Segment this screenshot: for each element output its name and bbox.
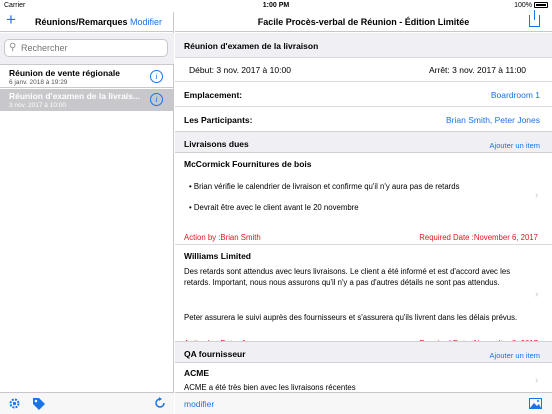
meeting-title: Réunion de vente régionale [9, 68, 120, 78]
clock: 1:00 PM [262, 2, 290, 9]
list-item[interactable]: McCormick Fournitures de bois • Brian vé… [175, 153, 552, 245]
search-bar: ⚲ [0, 33, 174, 65]
section-title: Livraisons dues [184, 139, 249, 149]
search-box[interactable]: ⚲ [4, 39, 168, 57]
section-title: QA fournisseur [184, 349, 246, 359]
add-item-button[interactable]: Ajouter un item [490, 141, 540, 150]
start-time: Début: 3 nov. 2017 à 10:00 [189, 65, 291, 75]
page-title: Facile Procès-verbal de Réunion - Éditio… [257, 17, 470, 27]
add-item-button[interactable]: Ajouter un item [490, 351, 540, 360]
main-toolbar: modifier [175, 392, 552, 414]
sidebar: + Réunions/Remarques Modifier ⚲ Réunion … [0, 10, 174, 414]
bullet-1: • Brian vérifie le calendrier de livrais… [189, 182, 460, 191]
bullet-text: Devrait être avec le client avant le 20 … [193, 203, 359, 212]
bullet-text: Brian vérifie le calendrier de livraison… [193, 182, 460, 191]
battery-indicator: 100% [514, 2, 548, 9]
meeting-title: Réunion d'examen de la livrais... [9, 91, 140, 101]
refresh-icon[interactable] [154, 397, 166, 409]
info-icon[interactable]: i [150, 70, 163, 83]
chevron-right-icon: › [535, 289, 539, 300]
list-item-selected[interactable]: Réunion d'examen de la livrais... 3 nov.… [0, 89, 174, 111]
add-icon[interactable]: + [6, 10, 16, 30]
main-nav-bar: Facile Procès-verbal de Réunion - Éditio… [175, 10, 552, 32]
location-label: Emplacement: [184, 90, 243, 100]
participants-value: Brian Smith, Peter Jones [445, 115, 540, 125]
chevron-right-icon: › [535, 375, 539, 386]
meeting-title: Réunion d'examen de la livraison [184, 41, 319, 51]
sidebar-title: Réunions/Remarques [35, 17, 128, 27]
end-time: Arrêt: 3 nov. 2017 à 11:00 [429, 65, 527, 75]
section-header: QA fournisseur Ajouter un item [175, 341, 552, 363]
battery-icon [534, 2, 548, 9]
meeting-date: 3 nov. 2017 à 10:00 [9, 102, 66, 109]
sidebar-nav-bar: + Réunions/Remarques Modifier [0, 10, 174, 32]
item-paragraph: Peter assurera le suivi auprès des fourn… [184, 313, 518, 322]
item-text: ACME a été très bien avec les livraisons… [184, 383, 356, 392]
meeting-time-row[interactable]: Début: 3 nov. 2017 à 10:00 Arrêt: 3 nov.… [175, 58, 552, 82]
item-title: ACME [184, 368, 210, 378]
item-title: McCormick Fournitures de bois [184, 159, 312, 169]
location-value: Boardroom 1 [490, 90, 540, 100]
bullet-2: • Devrait être avec le client avant le 2… [189, 203, 359, 212]
share-icon[interactable] [529, 10, 540, 27]
chevron-right-icon: › [535, 190, 539, 201]
main-panel: Facile Procès-verbal de Réunion - Éditio… [175, 10, 552, 414]
sidebar-toolbar [0, 392, 174, 414]
meeting-header: Réunion d'examen de la livraison [175, 33, 552, 58]
image-icon[interactable] [529, 398, 542, 409]
list-item[interactable]: Williams Limited Des retards sont attend… [175, 245, 552, 352]
search-input[interactable] [21, 42, 161, 54]
item-paragraph: Des retards sont attendus avec leurs liv… [184, 267, 511, 287]
participants-label: Les Participants: [184, 115, 253, 125]
participants-row[interactable]: Les Participants: Brian Smith, Peter Jon… [175, 107, 552, 131]
info-icon[interactable]: i [150, 93, 163, 106]
required-date: Required Date :November 6, 2017 [419, 233, 538, 242]
meeting-date: 6 janv. 2018 à 19:29 [9, 79, 68, 86]
list-item[interactable]: ACME ACME a été très bien avec les livra… [175, 363, 552, 392]
tag-icon[interactable] [31, 396, 46, 411]
action-by: Action by :Brian Smith [184, 233, 261, 242]
section-header: Livraisons dues Ajouter un item [175, 131, 552, 153]
edit-button[interactable]: Modifier [130, 17, 162, 27]
search-icon: ⚲ [9, 42, 17, 53]
battery-percent: 100% [514, 2, 532, 9]
list-item[interactable]: Réunion de vente régionale 6 janv. 2018 … [0, 66, 174, 88]
location-row[interactable]: Emplacement: Boardroom 1 [175, 82, 552, 107]
status-bar: Carrier 1:00 PM 100% [0, 0, 552, 12]
edit-button[interactable]: modifier [184, 399, 214, 409]
gear-icon[interactable] [8, 397, 21, 410]
item-title: Williams Limited [184, 251, 251, 261]
